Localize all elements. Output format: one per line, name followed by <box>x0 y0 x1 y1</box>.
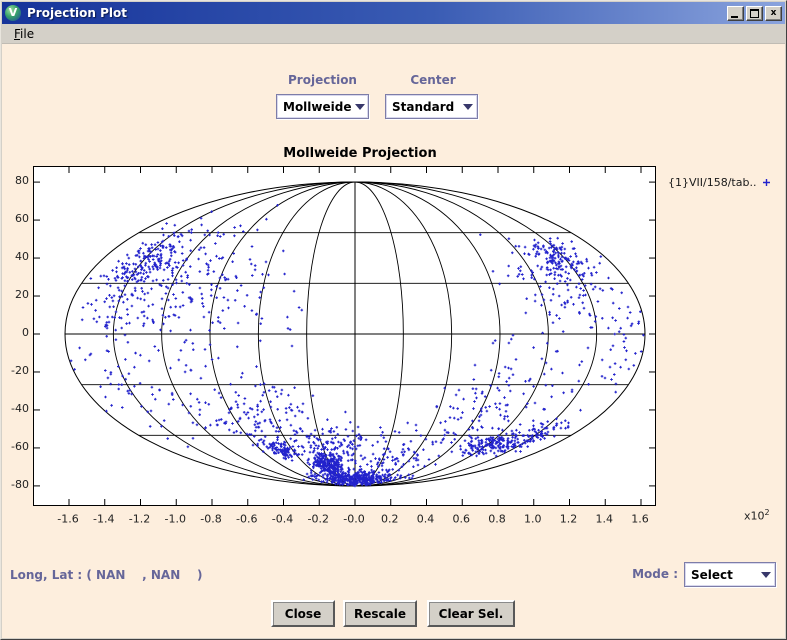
long-lat-readout: Long, Lat : ( NAN , NAN ) <box>10 568 202 582</box>
rescale-button[interactable]: Rescale <box>343 600 417 627</box>
chevron-down-icon[interactable] <box>351 95 369 118</box>
x-tick-label: 1.4 <box>596 513 614 526</box>
center-dropdown-value: Standard <box>386 100 459 114</box>
projection-dropdown[interactable]: Mollweide <box>276 94 369 119</box>
app-icon: V <box>5 5 21 21</box>
x-tick-label: -0.6 <box>236 513 257 526</box>
minimize-icon[interactable] <box>727 6 744 21</box>
maximize-icon[interactable] <box>746 6 763 21</box>
x-tick-label: 1.6 <box>631 513 649 526</box>
mode-label: Mode : <box>628 567 678 581</box>
mode-dropdown[interactable]: Select <box>684 562 776 587</box>
plot-title: Mollweide Projection <box>260 146 460 161</box>
x-tick-label: 0.4 <box>417 513 435 526</box>
center-dropdown[interactable]: Standard <box>385 94 478 119</box>
close-icon[interactable]: x <box>765 6 782 21</box>
projection-dropdown-value: Mollweide <box>277 100 351 114</box>
y-tick-label: 80 <box>0 174 29 187</box>
y-tick-label: -20 <box>0 364 29 377</box>
x-tick-label: -1.6 <box>57 513 78 526</box>
y-tick-label: -40 <box>0 402 29 415</box>
x-tick-label: -0.8 <box>200 513 221 526</box>
x-tick-label: -1.0 <box>165 513 186 526</box>
close-button[interactable]: Close <box>271 600 335 627</box>
window-title: Projection Plot <box>27 6 727 20</box>
x-tick-label: 0.8 <box>488 513 506 526</box>
chevron-down-icon[interactable] <box>459 95 477 118</box>
titlebar[interactable]: V Projection Plot x <box>2 2 785 24</box>
x-tick-label: 0.2 <box>381 513 399 526</box>
legend: {1}VII/158/tab.. <box>668 176 771 189</box>
x-tick-label: -0.4 <box>272 513 293 526</box>
legend-marker-icon <box>762 178 771 187</box>
y-tick-label: 60 <box>0 212 29 225</box>
x-axis-multiplier: x102 <box>744 508 770 523</box>
x-tick-label: 1.0 <box>524 513 542 526</box>
projection-label: Projection <box>280 73 365 87</box>
x-tick-label: 1.2 <box>560 513 578 526</box>
center-label: Center <box>403 73 463 87</box>
plot-area[interactable] <box>33 166 656 506</box>
y-tick-label: -60 <box>0 440 29 453</box>
clear-sel-button[interactable]: Clear Sel. <box>427 600 515 627</box>
x-tick-label: -1.4 <box>93 513 114 526</box>
legend-label: {1}VII/158/tab.. <box>668 176 756 189</box>
y-tick-label: -80 <box>0 478 29 491</box>
menubar: File <box>2 24 785 44</box>
y-tick-label: 20 <box>0 288 29 301</box>
x-tick-label: 0.6 <box>453 513 471 526</box>
x-tick-label: -0.2 <box>308 513 329 526</box>
x-tick-label: -1.2 <box>129 513 150 526</box>
mode-dropdown-value: Select <box>685 568 757 582</box>
y-tick-label: 0 <box>0 326 29 339</box>
x-tick-label: -0.0 <box>343 513 364 526</box>
chevron-down-icon[interactable] <box>757 563 775 586</box>
y-tick-label: 40 <box>0 250 29 263</box>
menu-file[interactable]: File <box>8 25 40 43</box>
mollweide-plot-svg[interactable] <box>34 167 655 505</box>
